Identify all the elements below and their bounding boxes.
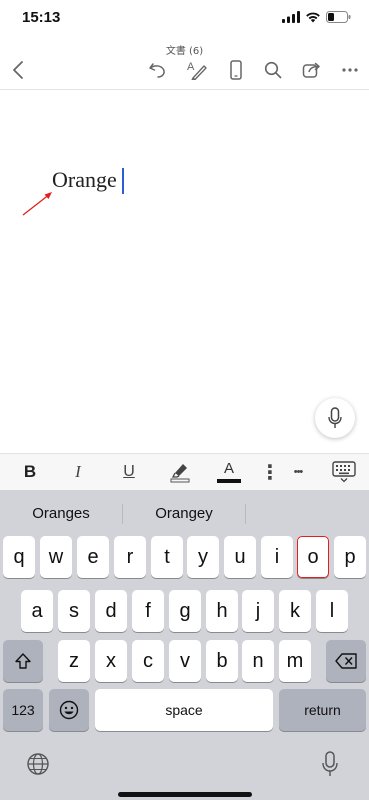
undo-button[interactable] bbox=[144, 56, 172, 84]
key-h[interactable]: h bbox=[206, 590, 238, 632]
key-e[interactable]: e bbox=[77, 536, 109, 578]
microphone-icon bbox=[322, 751, 338, 776]
key-b[interactable]: b bbox=[206, 640, 238, 682]
bold-button[interactable]: B bbox=[18, 457, 42, 487]
key-o[interactable]: o bbox=[297, 536, 329, 578]
highlighter-icon bbox=[170, 464, 190, 483]
key-c[interactable]: c bbox=[132, 640, 164, 682]
battery-icon bbox=[326, 11, 351, 23]
home-indicator bbox=[118, 792, 252, 797]
microphone-icon bbox=[328, 407, 342, 428]
chevron-left-icon bbox=[13, 61, 23, 79]
key-t[interactable]: t bbox=[151, 536, 183, 578]
shift-key[interactable] bbox=[3, 640, 43, 682]
dictate-button[interactable] bbox=[315, 398, 355, 438]
top-toolbar: A bbox=[0, 54, 369, 86]
text-caret bbox=[122, 168, 124, 194]
key-v[interactable]: v bbox=[169, 640, 201, 682]
numbers-key[interactable]: 123 bbox=[3, 689, 43, 731]
key-x[interactable]: x bbox=[95, 640, 127, 682]
font-color-label: A bbox=[223, 460, 234, 477]
text-pen-icon: A bbox=[187, 61, 207, 80]
key-l[interactable]: l bbox=[316, 590, 348, 632]
share-icon bbox=[302, 62, 320, 78]
signal-icon bbox=[282, 11, 300, 23]
emoji-icon bbox=[59, 700, 79, 720]
back-button[interactable] bbox=[4, 56, 32, 84]
key-d[interactable]: d bbox=[95, 590, 127, 632]
ellipsis-icon bbox=[342, 68, 358, 72]
backspace-icon bbox=[335, 653, 357, 669]
delete-key[interactable] bbox=[326, 640, 366, 682]
suggestion-item[interactable] bbox=[246, 490, 369, 536]
share-button[interactable] bbox=[298, 56, 326, 84]
key-y[interactable]: y bbox=[187, 536, 219, 578]
italic-button[interactable]: I bbox=[66, 457, 90, 487]
status-bar: 15:13 bbox=[0, 0, 369, 38]
key-a[interactable]: a bbox=[21, 590, 53, 632]
key-g[interactable]: g bbox=[169, 590, 201, 632]
key-r[interactable]: r bbox=[114, 536, 146, 578]
key-z[interactable]: z bbox=[58, 640, 90, 682]
undo-icon bbox=[149, 63, 165, 78]
key-p[interactable]: p bbox=[334, 536, 366, 578]
key-k[interactable]: k bbox=[279, 590, 311, 632]
globe-button[interactable] bbox=[24, 750, 52, 778]
return-key[interactable]: return bbox=[279, 689, 366, 731]
suggestion-item[interactable]: Orangey bbox=[123, 490, 245, 536]
status-time: 15:13 bbox=[22, 9, 61, 26]
font-color-button[interactable]: A bbox=[215, 457, 243, 487]
key-u[interactable]: u bbox=[224, 536, 256, 578]
formatting-toolbar: B I U A ⋮ ••• bbox=[0, 453, 369, 490]
key-w[interactable]: w bbox=[40, 536, 72, 578]
highlight-button[interactable] bbox=[166, 457, 194, 487]
underline-button[interactable]: U bbox=[117, 457, 141, 487]
more-options-button[interactable] bbox=[336, 56, 364, 84]
globe-icon bbox=[27, 753, 49, 775]
emoji-key[interactable] bbox=[49, 689, 89, 731]
status-icons bbox=[282, 11, 351, 23]
suggestion-item[interactable]: Oranges bbox=[0, 490, 122, 536]
phone-icon bbox=[230, 60, 242, 80]
space-key[interactable]: space bbox=[95, 689, 273, 731]
key-q[interactable]: q bbox=[3, 536, 35, 578]
document-canvas[interactable]: Orange bbox=[0, 90, 369, 453]
suggestion-bar: Oranges Orangey bbox=[0, 490, 369, 536]
key-f[interactable]: f bbox=[132, 590, 164, 632]
keyboard-dismiss-icon bbox=[332, 461, 356, 483]
overflow-button[interactable]: ••• bbox=[285, 457, 311, 487]
onscreen-keyboard: Oranges Orangey q w e r t y u i o p a s … bbox=[0, 490, 369, 800]
hide-keyboard-button[interactable] bbox=[330, 457, 358, 487]
mobile-view-button[interactable] bbox=[222, 56, 250, 84]
key-m[interactable]: m bbox=[279, 640, 311, 682]
document-text[interactable]: Orange bbox=[52, 167, 117, 193]
font-color-swatch bbox=[217, 479, 241, 483]
search-icon bbox=[264, 61, 282, 79]
annotation-arrow-icon bbox=[22, 192, 52, 216]
key-n[interactable]: n bbox=[242, 640, 274, 682]
key-i[interactable]: i bbox=[261, 536, 293, 578]
key-j[interactable]: j bbox=[242, 590, 274, 632]
edit-text-button[interactable]: A bbox=[183, 56, 211, 84]
key-s[interactable]: s bbox=[58, 590, 90, 632]
wifi-icon bbox=[306, 12, 320, 23]
svg-text:A: A bbox=[187, 61, 195, 73]
search-button[interactable] bbox=[259, 56, 287, 84]
more-format-button[interactable]: ⋮ bbox=[260, 457, 280, 487]
shift-icon bbox=[15, 653, 31, 669]
keyboard-dictation-button[interactable] bbox=[316, 750, 344, 778]
